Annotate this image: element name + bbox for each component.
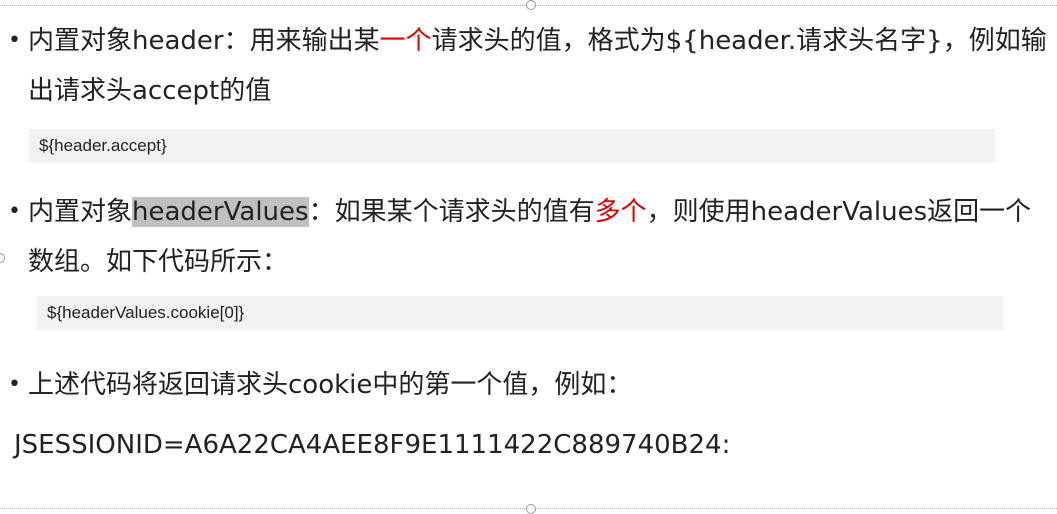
text-segment: 内置对象 [28, 197, 133, 227]
resize-handle-bottom[interactable] [526, 504, 536, 514]
bullet-icon: • [8, 28, 21, 53]
selected-text[interactable]: headerValues [132, 197, 309, 227]
example-cookie-value: JSESSIONID=A6A22CA4AEE8F9E1111422C889740… [14, 430, 731, 460]
emphasis-text: 多个 [594, 197, 647, 227]
bullet-text: 内置对象headerValues：如果某个请求头的值有多个，则使用headerV… [28, 187, 1053, 287]
bullet-icon: • [8, 372, 21, 397]
code-text: ${header.accept} [39, 136, 167, 155]
code-text: ${headerValues.cookie[0]} [47, 303, 245, 322]
code-block-headervalues-cookie: ${headerValues.cookie[0]} [37, 296, 1003, 330]
resize-handle-left[interactable] [0, 253, 5, 263]
bullet-icon: • [8, 199, 21, 224]
bullet-text: 上述代码将返回请求头cookie中的第一个值，例如： [28, 370, 633, 400]
text-segment: ：如果某个请求头的值有 [308, 197, 595, 227]
emphasis-text: 一个 [379, 26, 432, 56]
bullet-item-headervalues: • 内置对象headerValues：如果某个请求头的值有多个，则使用heade… [8, 187, 1053, 287]
bullet-text: 内置对象header：用来输出某一个请求头的值，格式为${header.请求头名… [28, 16, 1053, 116]
resize-handle-top[interactable] [526, 0, 536, 10]
text-segment: 内置对象header：用来输出某 [28, 26, 380, 56]
bullet-item-result-desc: • 上述代码将返回请求头cookie中的第一个值，例如： [8, 360, 1053, 410]
bullet-item-header: • 内置对象header：用来输出某一个请求头的值，格式为${header.请求… [8, 16, 1053, 116]
code-block-header-accept: ${header.accept} [29, 129, 995, 163]
